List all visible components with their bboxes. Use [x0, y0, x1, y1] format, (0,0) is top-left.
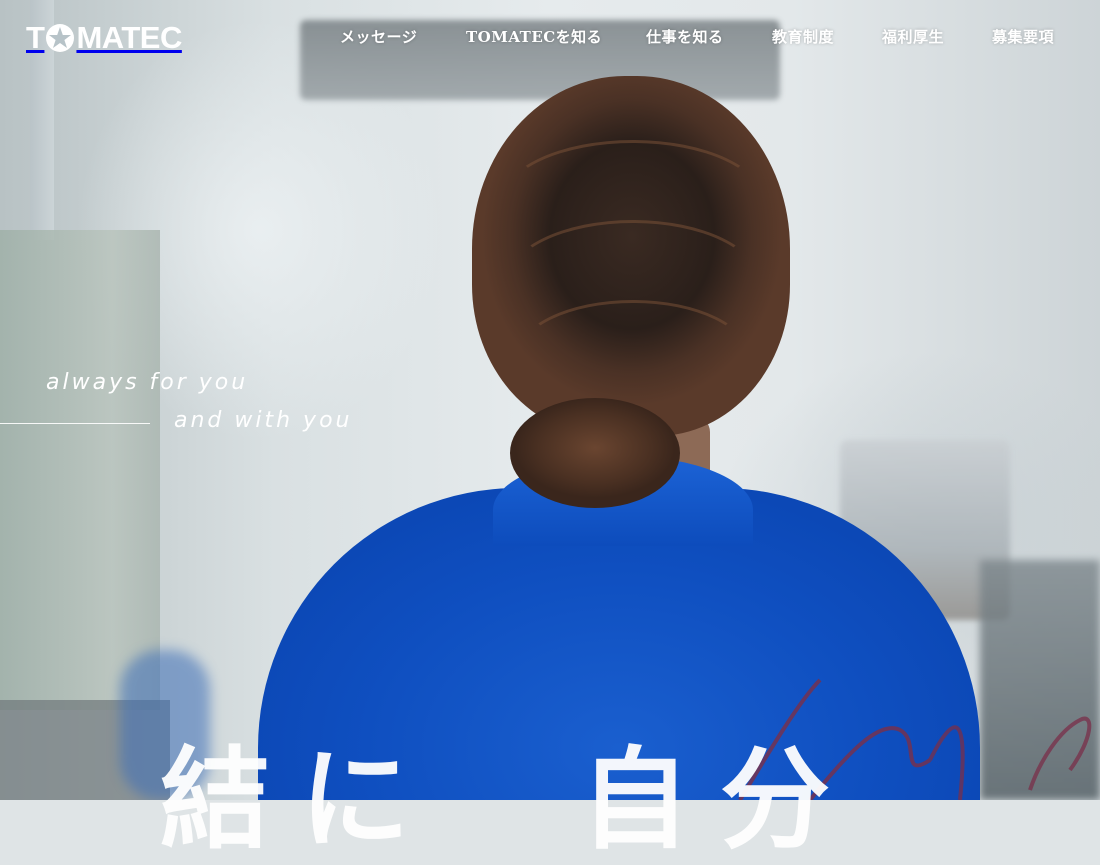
nav-item-message[interactable]: メッセージ — [340, 26, 417, 47]
site-header: T MATEC メッセージ TOMATECを知る 仕事を知る 教育制度 福利厚生… — [0, 0, 1100, 76]
tagline-line-1: always for you — [46, 370, 249, 395]
worker-hair-bun — [510, 398, 680, 508]
hero-headline: 結に 自分 — [160, 735, 860, 864]
nav-item-work[interactable]: 仕事を知る — [646, 26, 724, 47]
hair-strand — [515, 300, 751, 416]
nav-item-about[interactable]: TOMATECを知る — [466, 26, 602, 47]
nav-item-recruit[interactable]: 募集要項 — [992, 26, 1054, 47]
tagline-divider — [0, 423, 150, 424]
tagline-line-2: and with you — [174, 408, 353, 433]
nav-item-welfare[interactable]: 福利厚生 — [882, 26, 944, 47]
nav-item-education[interactable]: 教育制度 — [772, 26, 834, 47]
machine-cabinet — [0, 230, 160, 710]
global-nav: メッセージ TOMATECを知る 仕事を知る 教育制度 福利厚生 募集要項 — [0, 26, 1100, 50]
